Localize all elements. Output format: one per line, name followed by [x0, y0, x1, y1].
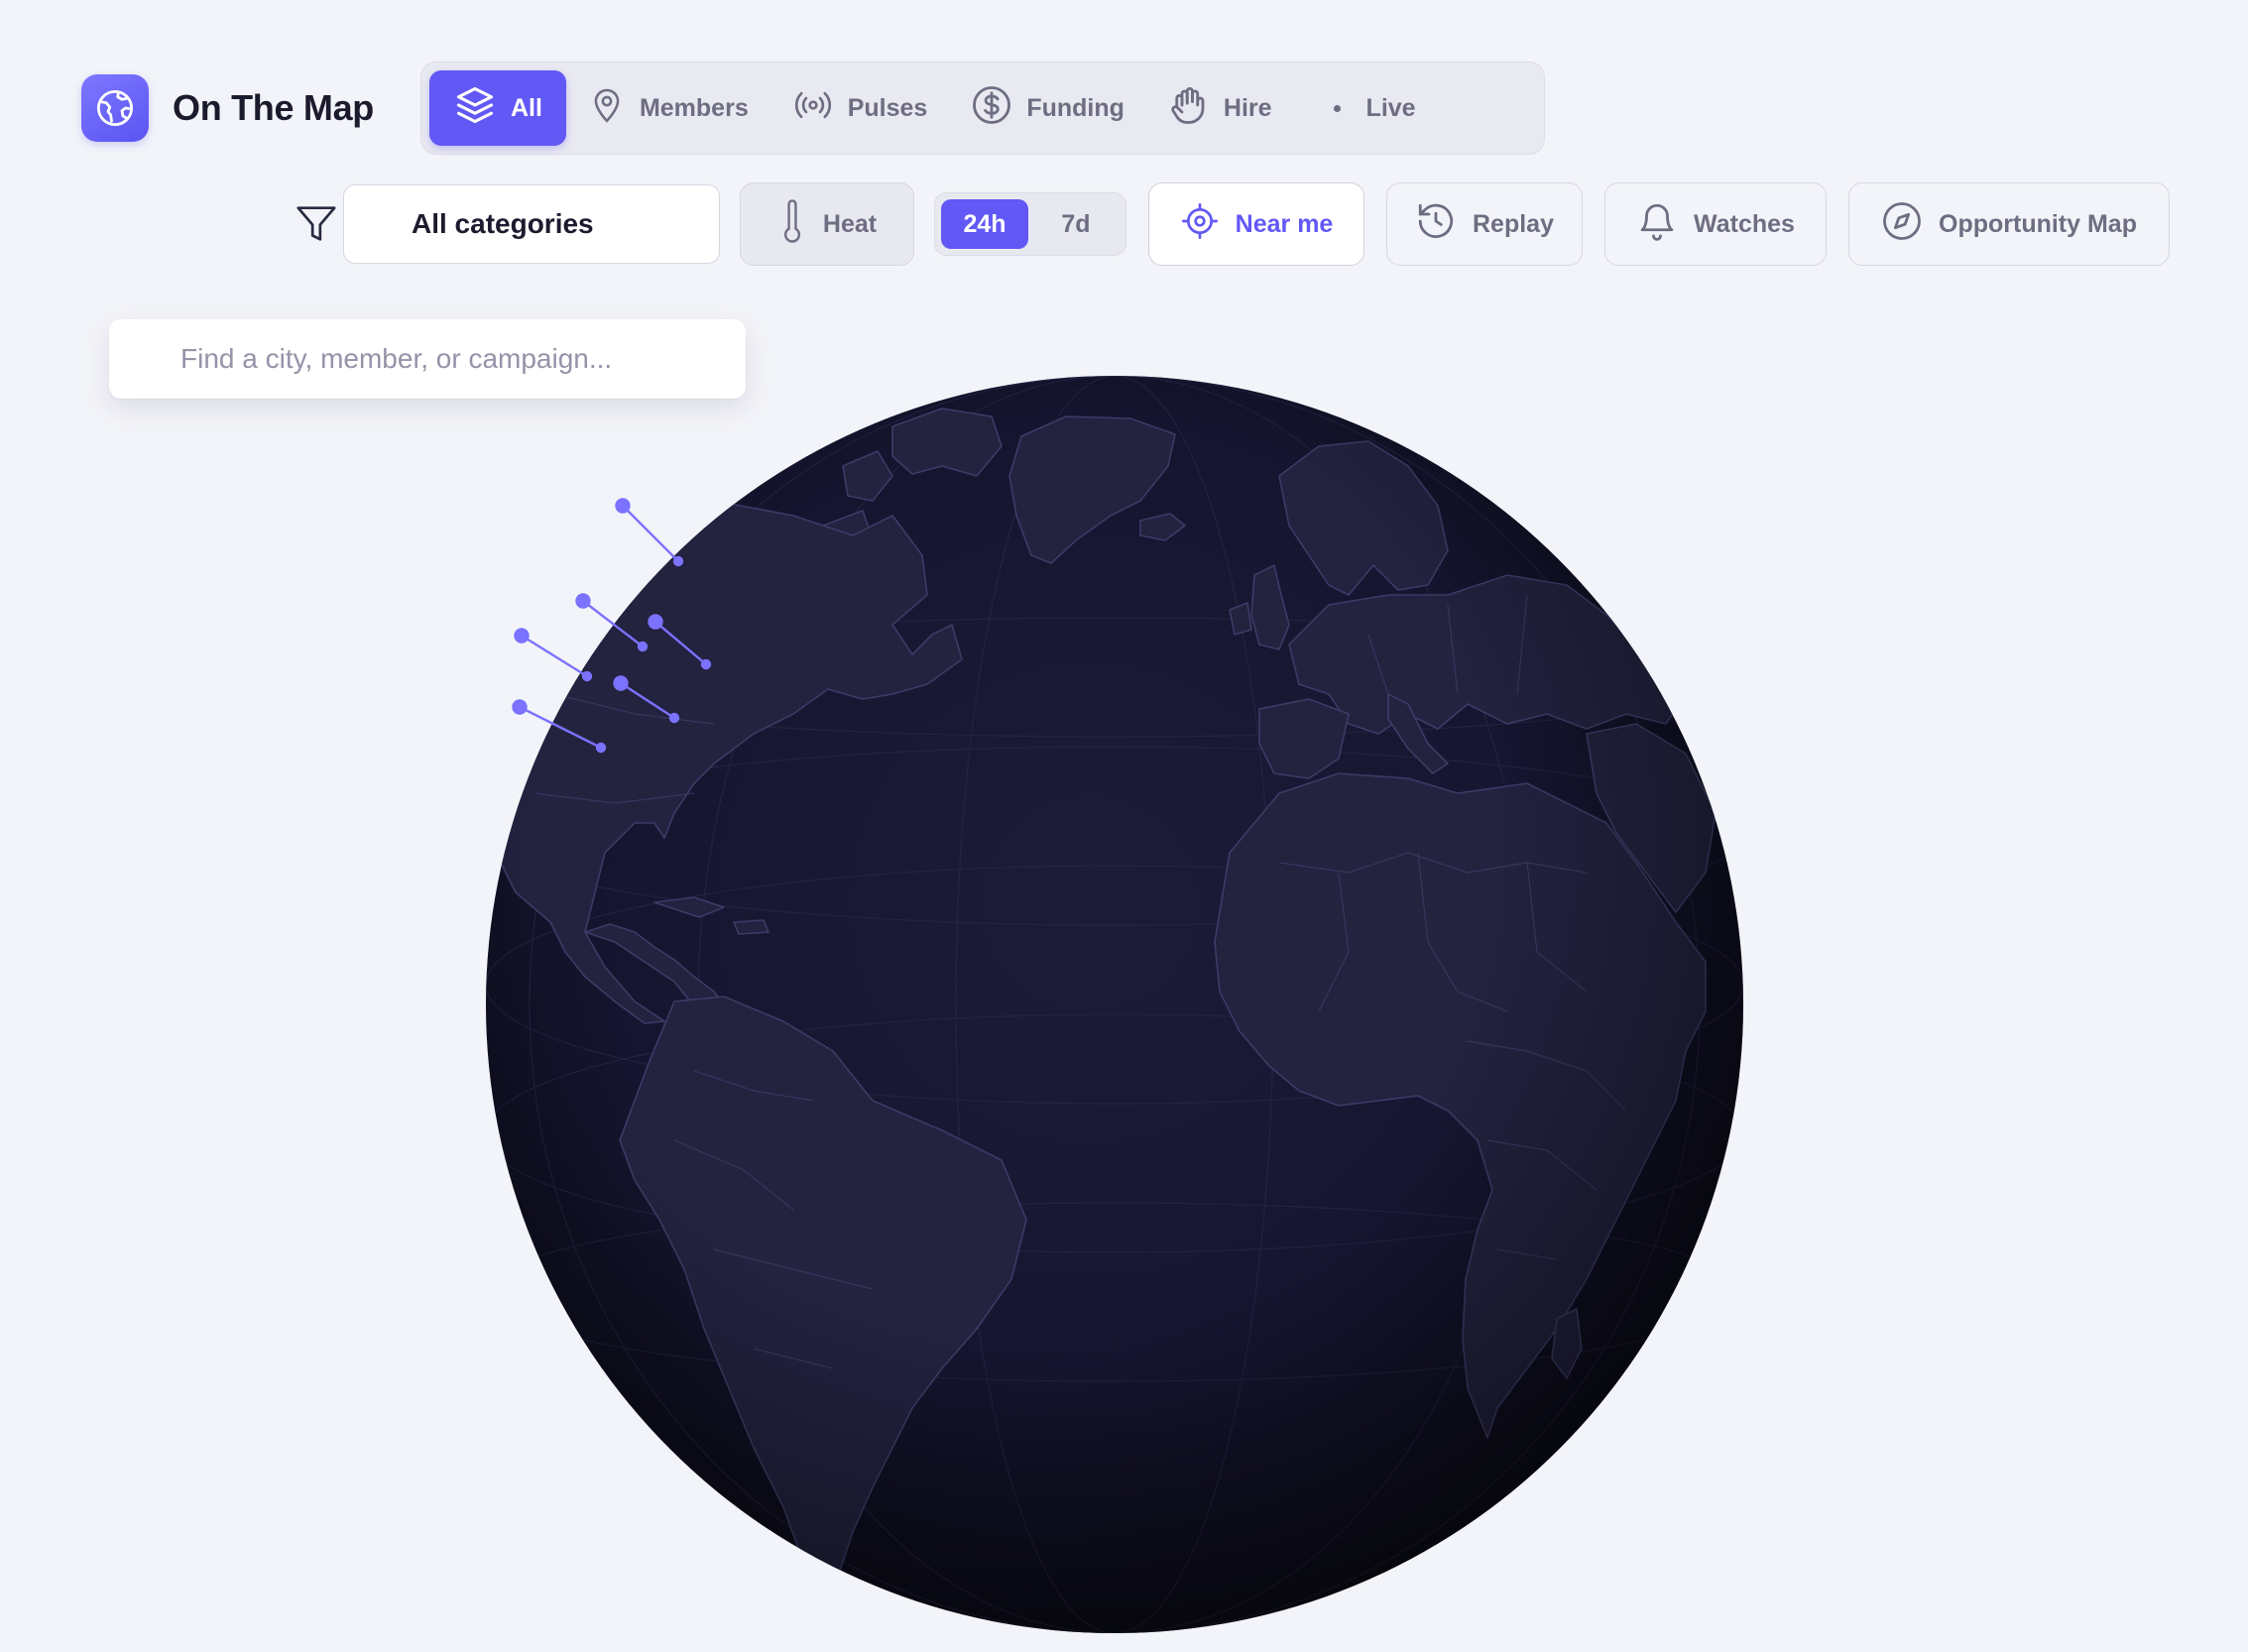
- tab-all[interactable]: All: [429, 70, 566, 146]
- tab-hire[interactable]: Hire: [1146, 70, 1294, 146]
- opportunity-map-button[interactable]: Opportunity Map: [1848, 182, 2170, 266]
- time-range-toggle: 24h 7d: [934, 192, 1126, 256]
- globe-shading: [486, 376, 1743, 1633]
- app-title: On The Map: [173, 87, 374, 128]
- tab-members-label: Members: [639, 93, 749, 122]
- category-select-value: All categories: [412, 208, 594, 239]
- heat-toggle-button[interactable]: Heat: [740, 182, 914, 266]
- tab-members[interactable]: Members: [566, 70, 770, 146]
- filter-bar: All categories Heat 24h 7d Near me Repla…: [292, 181, 2170, 267]
- map-marker[interactable]: [514, 628, 593, 682]
- map-marker[interactable]: [615, 498, 684, 567]
- near-me-label: Near me: [1235, 209, 1334, 238]
- filter-icon: [292, 199, 341, 249]
- tab-hire-label: Hire: [1223, 93, 1272, 122]
- broadcast-icon: [792, 85, 834, 132]
- replay-button[interactable]: Replay: [1386, 182, 1583, 266]
- bell-icon: [1636, 199, 1678, 250]
- compass-icon: [1881, 200, 1923, 249]
- crosshair-icon: [1180, 201, 1220, 248]
- range-7d-button[interactable]: 7d: [1032, 199, 1120, 249]
- watches-button[interactable]: Watches: [1604, 182, 1827, 266]
- mode-tabs: All Members Pulses Funding Hire Live: [420, 61, 1545, 155]
- tab-pulses[interactable]: Pulses: [770, 70, 950, 146]
- history-icon: [1415, 200, 1457, 249]
- globe-icon: [81, 74, 149, 142]
- replay-label: Replay: [1473, 209, 1554, 238]
- tab-funding-label: Funding: [1026, 93, 1124, 122]
- hand-icon: [1168, 83, 1210, 134]
- opportunity-map-label: Opportunity Map: [1939, 209, 2137, 238]
- range-24h-button[interactable]: 24h: [941, 199, 1028, 249]
- tab-live[interactable]: Live: [1312, 70, 1438, 146]
- tab-funding[interactable]: Funding: [949, 70, 1146, 146]
- tab-live-label: Live: [1365, 93, 1416, 122]
- search-input[interactable]: [180, 343, 746, 375]
- thermometer-icon: [777, 197, 807, 252]
- tab-pulses-label: Pulses: [847, 93, 928, 122]
- tab-all-label: All: [511, 93, 542, 122]
- heat-label: Heat: [822, 209, 878, 238]
- map-pin-icon: [588, 85, 626, 132]
- search-box: [109, 319, 746, 399]
- layers-icon: [453, 83, 497, 134]
- category-select[interactable]: All categories: [343, 184, 720, 264]
- dollar-icon: [971, 84, 1012, 133]
- dot-icon: [1333, 104, 1341, 112]
- watches-label: Watches: [1694, 209, 1795, 238]
- near-me-button[interactable]: Near me: [1148, 182, 1364, 266]
- app-root: On The Map All Members Pulses Funding Hi…: [0, 0, 2248, 1652]
- globe[interactable]: [486, 376, 1743, 1633]
- brand[interactable]: On The Map: [81, 74, 374, 142]
